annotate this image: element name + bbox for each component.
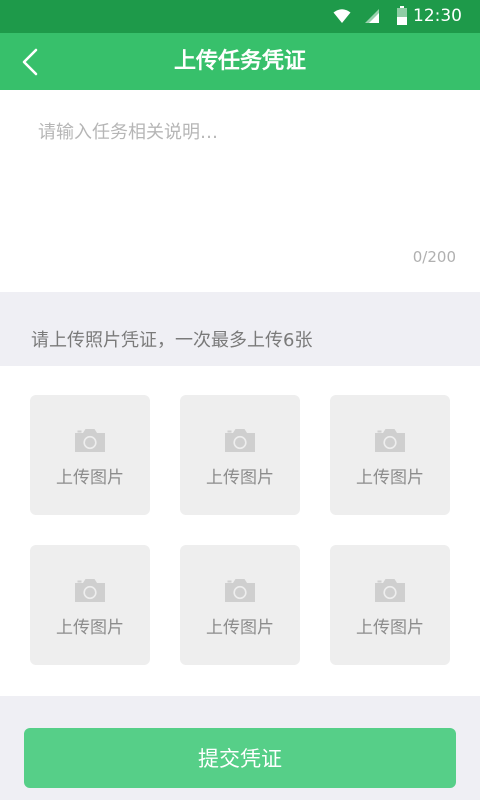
back-button[interactable] bbox=[14, 46, 50, 78]
camera-icon bbox=[225, 429, 255, 452]
camera-icon bbox=[225, 579, 255, 602]
upload-photo-label: 上传图片 bbox=[206, 468, 274, 488]
battery-icon bbox=[397, 6, 407, 25]
upload-hint: 请上传照片凭证，一次最多上传6张 bbox=[31, 330, 313, 351]
upload-photo-slot-4[interactable]: 上传图片 bbox=[30, 545, 150, 665]
upload-photo-slot-1[interactable]: 上传图片 bbox=[30, 395, 150, 515]
status-bar: 12:30 bbox=[0, 0, 480, 33]
upload-photo-slot-2[interactable]: 上传图片 bbox=[180, 395, 300, 515]
upload-photo-slot-3[interactable]: 上传图片 bbox=[330, 395, 450, 515]
signal-icon bbox=[365, 9, 379, 23]
chevron-left-icon bbox=[22, 48, 38, 76]
page-title: 上传任务凭证 bbox=[173, 49, 306, 74]
status-time: 12:30 bbox=[413, 6, 462, 26]
submit-button[interactable]: 提交凭证 bbox=[24, 728, 456, 788]
char-count: 0/200 bbox=[412, 248, 456, 266]
upload-photo-label: 上传图片 bbox=[56, 618, 124, 638]
wifi-icon bbox=[333, 9, 351, 23]
app-header: 上传任务凭证 bbox=[0, 33, 480, 90]
upload-photo-slot-5[interactable]: 上传图片 bbox=[180, 545, 300, 665]
description-input[interactable] bbox=[24, 112, 456, 252]
camera-icon bbox=[375, 429, 405, 452]
camera-icon bbox=[75, 429, 105, 452]
photo-grid: 上传图片 上传图片 上传图片 上传图片 上传图片 上传图片 bbox=[0, 366, 480, 696]
camera-icon bbox=[375, 579, 405, 602]
upload-photo-label: 上传图片 bbox=[356, 618, 424, 638]
upload-photo-slot-6[interactable]: 上传图片 bbox=[330, 545, 450, 665]
description-panel: 0/200 bbox=[0, 90, 480, 292]
camera-icon bbox=[75, 579, 105, 602]
upload-photo-label: 上传图片 bbox=[206, 618, 274, 638]
upload-photo-label: 上传图片 bbox=[56, 468, 124, 488]
upload-photo-label: 上传图片 bbox=[356, 468, 424, 488]
